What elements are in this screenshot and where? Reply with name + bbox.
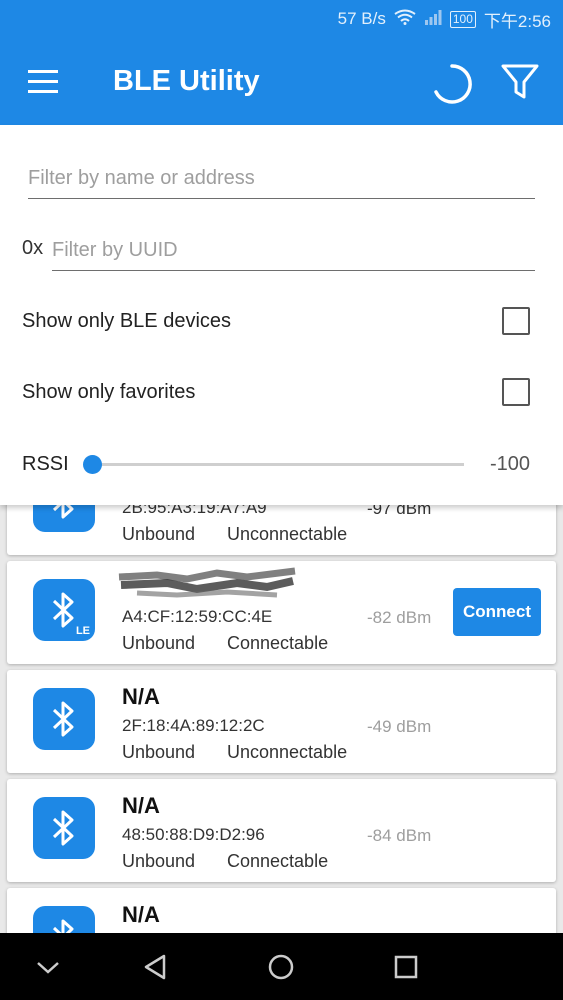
home-icon[interactable] <box>265 951 297 983</box>
device-connectable: Connectable <box>227 633 329 653</box>
recents-icon[interactable] <box>390 951 422 983</box>
filter-panel: Filter by name or address 0x Filter by U… <box>0 125 563 505</box>
device-connectable: Unconnectable <box>227 524 348 544</box>
uuid-prefix: 0x <box>22 237 44 259</box>
system-navigation-bar <box>0 933 563 1000</box>
device-card[interactable]: N/A 48:50:88:D9:D2:96 Unbound Connectabl… <box>7 779 556 882</box>
device-rssi: -84 dBm <box>367 826 432 845</box>
filter-icon[interactable] <box>500 62 540 102</box>
device-name: N/A <box>122 902 160 927</box>
connect-button[interactable]: Connect <box>453 588 541 636</box>
redacted-name-scribble <box>118 567 296 598</box>
name-filter-placeholder: Filter by name or address <box>28 167 255 189</box>
page-title: BLE Utility <box>113 65 260 97</box>
device-name: N/A <box>122 684 160 709</box>
uuid-filter-placeholder: Filter by UUID <box>52 239 178 261</box>
device-rssi: -49 dBm <box>367 717 432 736</box>
device-address: 48:50:88:D9:D2:96 <box>122 825 265 844</box>
back-icon[interactable] <box>140 951 172 983</box>
bluetooth-icon <box>33 688 95 750</box>
bluetooth-icon <box>33 797 95 859</box>
menu-icon[interactable] <box>28 70 60 94</box>
device-bond-state: Unbound <box>122 633 196 653</box>
device-connectable: Connectable <box>227 851 329 871</box>
device-address: 2F:18:4A:89:12:2C <box>122 716 265 735</box>
device-bond-state: Unbound <box>122 524 196 544</box>
app-bar: 57 B/s 100 下午2:56 BLE Utility <box>0 0 563 125</box>
battery-icon: 100 <box>449 10 476 28</box>
refresh-icon[interactable] <box>430 62 474 106</box>
status-bar: 57 B/s 100 下午2:56 <box>0 0 563 38</box>
status-time: 下午2:56 <box>483 11 551 31</box>
toolbar: BLE Utility <box>0 38 563 125</box>
le-badge: LE <box>75 625 90 637</box>
device-card[interactable]: LE A4:CF:12:59:CC:4E Unbound Connectable… <box>7 561 556 664</box>
name-filter-input[interactable]: Filter by name or address <box>28 163 535 199</box>
device-bond-state: Unbound <box>122 851 196 871</box>
uuid-filter-input[interactable]: Filter by UUID <box>52 235 535 271</box>
device-rssi: -82 dBm <box>367 608 432 627</box>
device-address: A4:CF:12:59:CC:4E <box>122 607 273 626</box>
wifi-icon <box>394 9 416 30</box>
cell-signal-icon <box>424 9 442 30</box>
favorites-checkbox[interactable] <box>502 378 530 406</box>
device-name: N/A <box>122 793 160 818</box>
chevron-down-icon[interactable] <box>32 951 64 983</box>
device-card[interactable]: N/A 2F:18:4A:89:12:2C Unbound Unconnecta… <box>7 670 556 773</box>
device-connectable: Unconnectable <box>227 742 348 762</box>
device-bond-state: Unbound <box>122 742 196 762</box>
rssi-label: RSSI <box>22 453 69 475</box>
ble-only-checkbox[interactable] <box>502 307 530 335</box>
bluetooth-icon: LE <box>33 579 95 641</box>
rssi-slider-thumb[interactable] <box>83 455 102 474</box>
ble-only-label: Show only BLE devices <box>22 310 232 332</box>
network-speed: 57 B/s <box>337 9 386 28</box>
rssi-slider[interactable] <box>92 463 464 466</box>
favorites-label: Show only favorites <box>22 381 196 403</box>
rssi-value: -100 <box>490 453 531 475</box>
